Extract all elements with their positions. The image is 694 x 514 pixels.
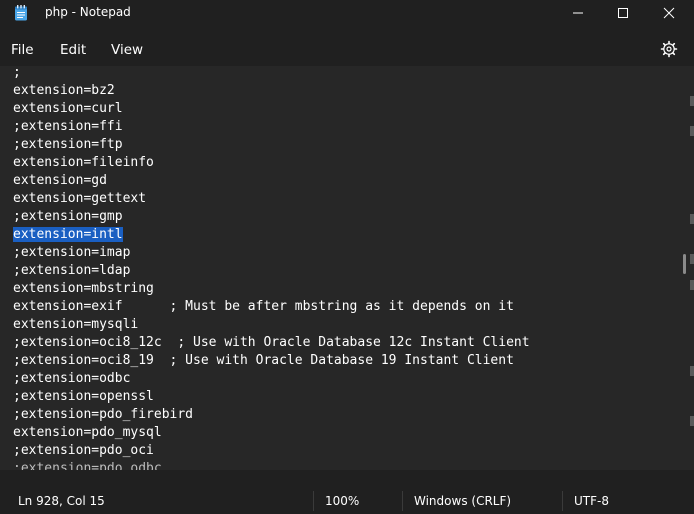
minimize-button[interactable] xyxy=(555,0,601,26)
line-text: ;extension=oci8_19 ; Use with Oracle Dat… xyxy=(13,353,514,368)
text-line[interactable]: extension=mysqli xyxy=(13,316,530,334)
cursor-position[interactable]: Ln 928, Col 15 xyxy=(18,494,105,508)
title-bar: php - Notepad xyxy=(0,0,694,26)
text-line[interactable]: extension=exif ; Must be after mbstring … xyxy=(13,298,530,316)
line-text: ;extension=ldap xyxy=(13,263,131,278)
line-text: ;extension=pdo_odbc xyxy=(13,461,162,470)
text-line[interactable]: extension=mbstring xyxy=(13,280,530,298)
text-line[interactable]: ;extension=ffi xyxy=(13,118,530,136)
text-line[interactable]: extension=bz2 xyxy=(13,82,530,100)
scrollbar-markers xyxy=(690,66,694,470)
notepad-icon xyxy=(15,5,27,21)
line-text: extension=mysqli xyxy=(13,317,139,332)
line-text: extension=gettext xyxy=(13,191,147,206)
line-text: ;extension=odbc xyxy=(13,371,131,386)
minimize-icon xyxy=(573,12,583,14)
settings-gear-icon[interactable] xyxy=(660,40,678,58)
line-text: extension=pdo_mysql xyxy=(13,425,162,440)
status-divider xyxy=(562,491,563,511)
maximize-icon xyxy=(618,8,628,18)
line-text: extension=exif ; Must be after mbstring … xyxy=(13,299,514,314)
text-line[interactable]: ;extension=ldap xyxy=(13,262,530,280)
encoding[interactable]: UTF-8 xyxy=(574,494,609,508)
text-line[interactable]: ; xyxy=(13,66,530,82)
menu-file[interactable]: File xyxy=(11,42,34,58)
status-divider xyxy=(313,491,314,511)
selected-text: extension=intl xyxy=(13,227,123,242)
line-text: extension=gd xyxy=(13,173,107,188)
text-line[interactable]: extension=curl xyxy=(13,100,530,118)
text-editor[interactable]: ; extension=bz2 extension=curl ;extension=f… xyxy=(0,66,684,470)
text-line[interactable]: ;extension=oci8_12c ; Use with Oracle Da… xyxy=(13,334,530,352)
line-text: ;extension=oci8_12c ; Use with Oracle Da… xyxy=(13,335,530,350)
line-text: ; xyxy=(13,66,21,80)
line-text: extension=mbstring xyxy=(13,281,154,296)
line-text: ;extension=imap xyxy=(13,245,131,260)
menu-edit[interactable]: Edit xyxy=(60,42,86,58)
line-text: extension=curl xyxy=(13,101,123,116)
zoom-level[interactable]: 100% xyxy=(325,494,359,508)
line-text: ;extension=ftp xyxy=(13,137,123,152)
editor-lines[interactable]: ; extension=bz2 extension=curl ;extension=f… xyxy=(13,66,530,470)
line-text: ;extension=openssl xyxy=(13,389,154,404)
window-title: php - Notepad xyxy=(45,5,131,19)
text-line[interactable]: extension=pdo_mysql xyxy=(13,424,530,442)
text-line[interactable]: ;extension=pdo_firebird xyxy=(13,406,530,424)
text-line[interactable]: ;extension=imap xyxy=(13,244,530,262)
text-line[interactable]: ;extension=pdo_oci xyxy=(13,442,530,460)
status-divider xyxy=(402,491,403,511)
text-line[interactable]: extension=gettext xyxy=(13,190,530,208)
scrollbar-thumb[interactable] xyxy=(683,254,686,274)
text-line[interactable]: ;extension=ftp xyxy=(13,136,530,154)
line-text: ;extension=ffi xyxy=(13,119,123,134)
text-line[interactable]: ;extension=gmp xyxy=(13,208,530,226)
text-line[interactable]: ;extension=oci8_19 ; Use with Oracle Dat… xyxy=(13,352,530,370)
line-ending[interactable]: Windows (CRLF) xyxy=(414,494,511,508)
close-button[interactable] xyxy=(646,0,692,26)
text-line[interactable]: ;extension=openssl xyxy=(13,388,530,406)
maximize-button[interactable] xyxy=(600,0,646,26)
line-text: ;extension=pdo_firebird xyxy=(13,407,194,422)
line-text: ;extension=pdo_oci xyxy=(13,443,154,458)
line-text: extension=bz2 xyxy=(13,83,115,98)
text-line[interactable]: extension=intl xyxy=(13,226,530,244)
line-text: ;extension=gmp xyxy=(13,209,123,224)
text-line[interactable]: extension=fileinfo xyxy=(13,154,530,172)
menu-view[interactable]: View xyxy=(111,42,143,58)
line-text: extension=fileinfo xyxy=(13,155,154,170)
text-line[interactable]: ;extension=pdo_odbc xyxy=(13,460,530,470)
text-line[interactable]: extension=gd xyxy=(13,172,530,190)
text-line[interactable]: ;extension=odbc xyxy=(13,370,530,388)
menu-bar: File Edit View xyxy=(0,34,694,66)
close-icon xyxy=(663,7,675,19)
status-bar: Ln 928, Col 15 100% Windows (CRLF) UTF-8 xyxy=(0,488,694,514)
